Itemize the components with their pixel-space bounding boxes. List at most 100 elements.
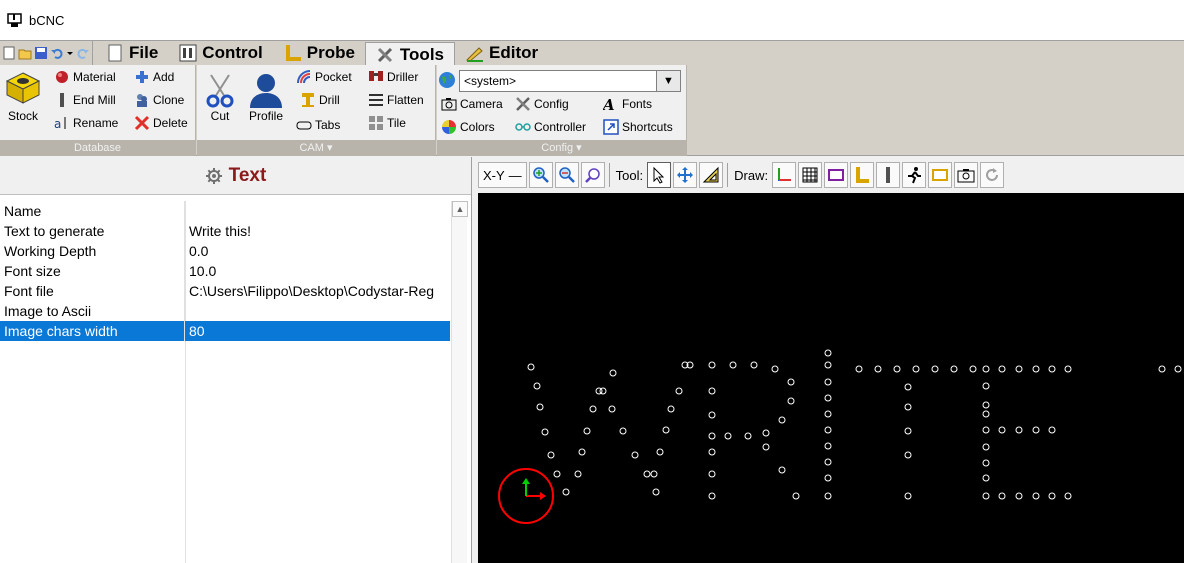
tab-tools[interactable]: Tools bbox=[364, 41, 455, 67]
config-group-label[interactable]: Config ▾ bbox=[437, 140, 686, 156]
property-value[interactable]: C:\Users\Filippo\Desktop\Codystar-Reg bbox=[185, 281, 450, 301]
toolpath-dot bbox=[527, 363, 535, 371]
save-icon[interactable] bbox=[34, 46, 48, 60]
camera-button[interactable] bbox=[954, 162, 979, 188]
tab-probe[interactable]: Probe bbox=[273, 42, 365, 65]
pocket-button[interactable]: Pocket bbox=[296, 69, 352, 85]
scroll-up-arrow[interactable]: ▲ bbox=[452, 201, 468, 217]
controller-button[interactable]: Controller bbox=[515, 119, 586, 135]
toolpath-dot bbox=[1032, 492, 1040, 500]
combo-dropdown-arrow[interactable]: ▼ bbox=[656, 71, 680, 91]
add-button[interactable]: Add bbox=[134, 69, 174, 85]
toolpath-dot bbox=[778, 416, 786, 424]
cam-group-label[interactable]: CAM ▾ bbox=[197, 140, 435, 156]
cut-button[interactable]: Cut bbox=[205, 73, 235, 123]
draw-workarea-toggle[interactable] bbox=[876, 162, 901, 188]
chevron-down-icon: ▾ bbox=[576, 142, 582, 154]
toolpath-dot bbox=[778, 466, 786, 474]
toolpath-dot bbox=[675, 387, 683, 395]
toolpath-dot bbox=[982, 492, 990, 500]
property-value[interactable]: 0.0 bbox=[185, 241, 450, 261]
property-row[interactable]: Working Depth 0.0 bbox=[0, 241, 452, 261]
flatten-button[interactable]: Flatten bbox=[368, 92, 424, 108]
grid-icon bbox=[802, 167, 818, 183]
property-value[interactable]: 80 bbox=[185, 321, 450, 341]
draw-axes-toggle[interactable] bbox=[772, 162, 797, 188]
toolpath-dot bbox=[708, 448, 716, 456]
bcnc-app-icon bbox=[7, 13, 22, 27]
toolpath-dot bbox=[562, 488, 570, 496]
tab-control[interactable]: Control bbox=[168, 42, 272, 65]
pan-tool-button[interactable] bbox=[673, 162, 698, 188]
undo-dropdown-icon[interactable] bbox=[66, 46, 74, 60]
shortcuts-button[interactable]: Shortcuts bbox=[603, 119, 673, 135]
property-row[interactable]: Font size 10.0 bbox=[0, 261, 452, 281]
toolpath-dot bbox=[708, 492, 716, 500]
undo-icon[interactable] bbox=[50, 46, 64, 60]
clone-button[interactable]: Clone bbox=[134, 92, 184, 108]
zoom-in-button[interactable] bbox=[528, 162, 553, 188]
toolpath-dot bbox=[824, 410, 832, 418]
toolpath-dot bbox=[893, 365, 901, 373]
property-row[interactable]: Text to generate Write this! bbox=[0, 221, 452, 241]
flatten-icon bbox=[369, 94, 383, 106]
draw-camera-overlay-toggle[interactable] bbox=[928, 162, 953, 188]
property-row[interactable]: Font file C:\Users\Filippo\Desktop\Codys… bbox=[0, 281, 452, 301]
tab-editor[interactable]: Editor bbox=[455, 42, 548, 65]
config-button[interactable]: Config bbox=[515, 96, 569, 112]
drill-button[interactable]: Drill bbox=[300, 92, 340, 108]
config-selector-combo[interactable]: <system> ▼ bbox=[459, 70, 681, 92]
tabs-button[interactable]: Tabs bbox=[296, 117, 340, 133]
toolpath-dot bbox=[708, 387, 716, 395]
new-file-icon[interactable] bbox=[2, 46, 16, 60]
zoom-fit-button[interactable] bbox=[580, 162, 605, 188]
property-row[interactable]: Image to Ascii bbox=[0, 301, 452, 321]
view-selector[interactable]: X-Y — bbox=[478, 162, 527, 188]
property-value[interactable] bbox=[185, 301, 450, 321]
draw-grid-toggle[interactable] bbox=[798, 162, 823, 188]
toolpath-dot bbox=[824, 361, 832, 369]
toolpath-dot bbox=[750, 361, 758, 369]
toolpath-dot bbox=[1064, 365, 1072, 373]
driller-button[interactable]: Driller bbox=[368, 69, 418, 85]
tab-file[interactable]: File bbox=[95, 42, 168, 65]
draw-probe-toggle[interactable] bbox=[850, 162, 875, 188]
tile-icon bbox=[369, 116, 383, 130]
toolpath-dot bbox=[708, 361, 716, 369]
rectangle-icon bbox=[932, 169, 949, 181]
delete-button[interactable]: Delete bbox=[134, 115, 188, 131]
toolpath-dot bbox=[904, 451, 912, 459]
end-mill-button[interactable]: End Mill bbox=[54, 92, 116, 108]
colors-button[interactable]: Colors bbox=[441, 119, 495, 135]
property-row[interactable]: Name bbox=[0, 201, 452, 221]
rename-button[interactable]: a Rename bbox=[54, 115, 118, 131]
zoom-out-button[interactable] bbox=[554, 162, 579, 188]
properties-scrollbar[interactable]: ▲ bbox=[451, 201, 468, 563]
material-button[interactable]: Material bbox=[54, 69, 116, 85]
select-tool-button[interactable] bbox=[647, 162, 672, 188]
toolpath-dot bbox=[824, 442, 832, 450]
draw-margins-toggle[interactable] bbox=[824, 162, 849, 188]
property-value[interactable]: Write this! bbox=[185, 221, 450, 241]
globe-icon[interactable] bbox=[438, 71, 456, 89]
canvas-toolbar: X-Y — Tool: Draw: bbox=[472, 157, 1184, 193]
ruler-tool-button[interactable] bbox=[699, 162, 724, 188]
property-value[interactable]: 10.0 bbox=[185, 261, 450, 281]
property-value[interactable] bbox=[185, 201, 450, 221]
toolpath-dot bbox=[708, 470, 716, 478]
camera-button[interactable]: Camera bbox=[441, 96, 503, 112]
property-key: Text to generate bbox=[0, 221, 185, 241]
redo-icon[interactable] bbox=[76, 46, 90, 60]
tile-button[interactable]: Tile bbox=[368, 115, 406, 131]
draw-rapid-toggle[interactable] bbox=[902, 162, 927, 188]
open-folder-icon[interactable] bbox=[18, 46, 32, 60]
fonts-button[interactable]: A Fonts bbox=[603, 96, 652, 112]
tool-label: Tool: bbox=[615, 167, 644, 183]
refresh-button[interactable] bbox=[980, 162, 1005, 188]
gcode-canvas[interactable] bbox=[478, 193, 1184, 563]
main-tab-bar: File Control Probe Tools Editor bbox=[0, 40, 1184, 67]
stock-button[interactable]: Stock bbox=[4, 69, 42, 123]
profile-button[interactable]: Profile bbox=[247, 71, 285, 123]
property-row-selected[interactable]: Image chars width 80 bbox=[0, 321, 452, 341]
tools-icon bbox=[377, 47, 392, 62]
